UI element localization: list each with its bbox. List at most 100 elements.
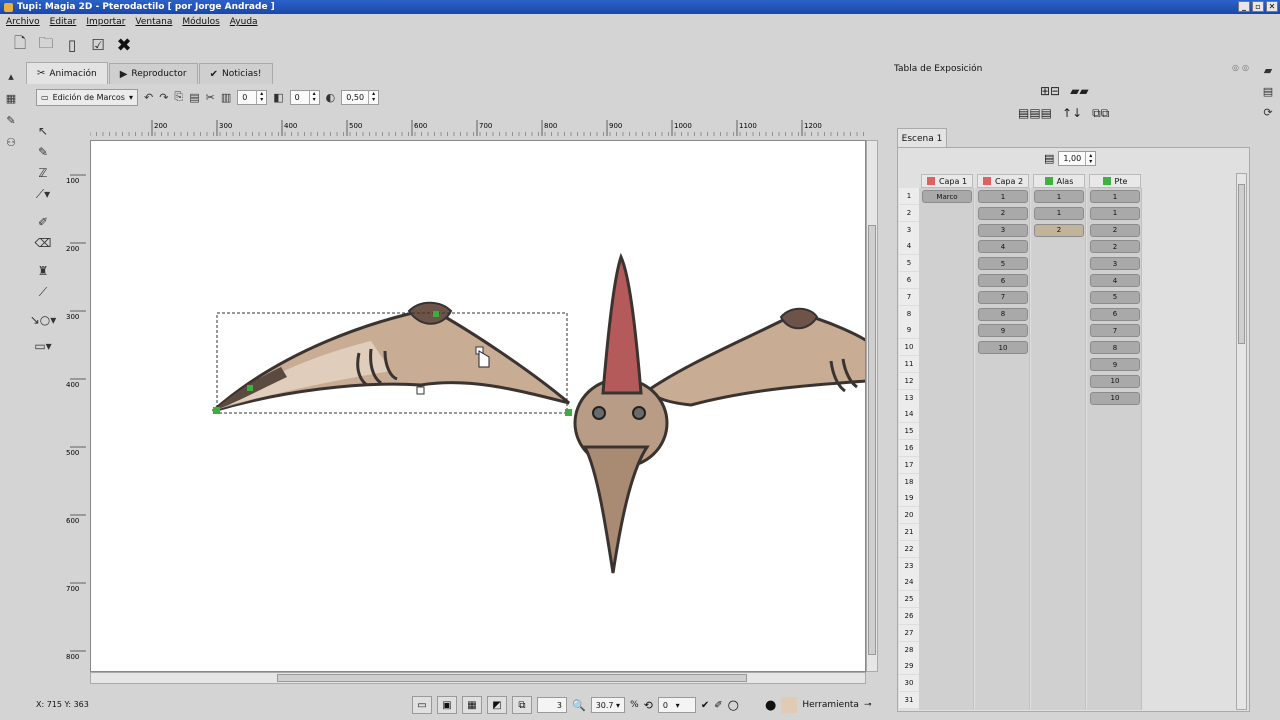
fps-spinner[interactable]: 1,00 ▴ ▾	[1058, 151, 1097, 166]
menu-editar[interactable]: Editar	[50, 17, 77, 27]
frame-cell[interactable]: 4	[1090, 274, 1140, 287]
color-swatch-bg[interactable]	[781, 697, 798, 713]
frame-cell[interactable]: 6	[978, 274, 1028, 287]
insert-frames-icon[interactable]: ▤▤▤	[1018, 106, 1052, 121]
frame-cell[interactable]: 2	[978, 206, 1028, 220]
copy-icon[interactable]: ⎘	[174, 90, 183, 104]
cut-icon[interactable]: ✂	[206, 91, 215, 104]
close-button[interactable]: ✕	[1266, 1, 1278, 12]
onion-prev-spinner[interactable]: 0 ▴ ▾	[237, 89, 268, 105]
line-tool-icon[interactable]: ⟋▾	[30, 184, 56, 204]
library-icon[interactable]: ▦	[1, 88, 21, 108]
pencil-tool-icon[interactable]: ✐	[30, 212, 56, 232]
menu-modulos[interactable]: Módulos	[182, 17, 219, 27]
pen-icon[interactable]: ✎	[1, 110, 21, 130]
shape-tool-icon[interactable]: ↘○▾	[30, 310, 57, 330]
layer-header[interactable]: Capa 1	[921, 174, 973, 188]
opacity-spinner[interactable]: 0,50 ▴ ▾	[341, 89, 380, 105]
frame-cell[interactable]: 9	[1090, 358, 1140, 371]
frame-cell[interactable]: 1	[1090, 190, 1140, 203]
node-tool-icon[interactable]: ✎	[30, 142, 56, 162]
frame-cell[interactable]: Marco	[922, 190, 972, 203]
exposure-scrollbar[interactable]	[1236, 173, 1247, 710]
frame-cell[interactable]: 1	[1034, 206, 1084, 220]
eraser-tool-icon[interactable]: ⌫	[30, 233, 56, 253]
redo-icon[interactable]: ↷	[159, 91, 168, 104]
layer-visibility-icon[interactable]	[926, 177, 935, 185]
eyedropper-icon[interactable]: ✐	[714, 700, 722, 711]
onion-next-spinner[interactable]: 0 ▴ ▾	[289, 89, 320, 105]
zoom-field[interactable]: 30.7 ▾	[590, 697, 626, 713]
antialias-icon[interactable]: ✔	[701, 700, 709, 711]
frame-cell[interactable]: 6	[1090, 307, 1140, 321]
layer-header[interactable]: Alas	[1033, 174, 1085, 188]
onion-toggle-icon[interactable]: ⧉	[512, 696, 532, 714]
edit-mode-select[interactable]: ▭ Edición de Marcos ▾	[36, 88, 138, 106]
add-remove-layer-icon[interactable]: ⊞⊟	[1040, 84, 1060, 98]
collapse-arrow-icon[interactable]: ▴	[1, 66, 21, 86]
drawing-canvas[interactable]	[90, 140, 866, 672]
frame-cell[interactable]: 3	[1090, 257, 1140, 271]
properties-panel-icon[interactable]: ▤	[1263, 85, 1273, 98]
tab-reproductor[interactable]: ▶ Reproductor	[108, 63, 198, 84]
layer-visibility-icon[interactable]	[982, 177, 991, 185]
menu-archivo[interactable]: Archivo	[6, 17, 40, 27]
timeline-panel-icon[interactable]: ⟳	[1263, 106, 1272, 119]
frame-cell[interactable]: 3	[978, 223, 1028, 237]
close-panel-icon[interactable]: ◎	[1242, 63, 1249, 72]
layer-header[interactable]: Capa 2	[977, 174, 1029, 188]
frame-cell[interactable]: 2	[1034, 223, 1084, 237]
frame-field[interactable]: 3	[537, 697, 567, 713]
frame-cell[interactable]: 10	[978, 341, 1028, 355]
close-project-icon[interactable]: ✖	[114, 35, 134, 56]
grid-icon[interactable]: ▦	[462, 696, 482, 714]
brush-tool-icon[interactable]: ℤ	[30, 163, 56, 183]
frame-view-icon[interactable]: ▭	[412, 696, 432, 714]
frame-cell[interactable]: 2	[1090, 240, 1140, 254]
float-panel-icon[interactable]: ◎	[1232, 63, 1239, 72]
copy-frames-icon[interactable]: ⧉⧉	[1092, 106, 1109, 121]
brush-size-icon[interactable]: ○	[728, 698, 739, 713]
layer-visibility-icon[interactable]	[1102, 177, 1111, 185]
canvas-vertical-scrollbar[interactable]	[866, 140, 878, 672]
trash-icon[interactable]: ▥	[221, 91, 231, 104]
frame-cell[interactable]: 1	[1034, 190, 1084, 203]
safe-area-icon[interactable]: ▣	[437, 696, 457, 714]
paste-icon[interactable]: ▤	[189, 91, 199, 104]
move-frame-icon[interactable]: ↑↓	[1062, 106, 1082, 121]
save-icon[interactable]: ▯	[62, 35, 82, 55]
scenes-icon[interactable]: ⚇	[1, 132, 21, 152]
frame-cell[interactable]: 8	[1090, 341, 1140, 355]
image-tool-icon[interactable]: ▭▾	[30, 336, 56, 356]
frame-cell[interactable]: 10	[1090, 391, 1140, 405]
frame-cell[interactable]: 4	[978, 240, 1028, 254]
rotation-field[interactable]: 0 ▾	[657, 697, 696, 713]
frame-cell[interactable]: 5	[1090, 290, 1140, 304]
exposure-panel-icon[interactable]: ▰	[1264, 64, 1272, 77]
tab-noticias[interactable]: ✔ Noticias!	[198, 63, 273, 84]
save-as-icon[interactable]: ☑	[88, 35, 108, 55]
eyedropper-tool-icon[interactable]: ⟋	[30, 282, 56, 302]
select-tool-icon[interactable]: ↖	[30, 121, 56, 141]
menu-importar[interactable]: Importar	[86, 17, 125, 27]
frame-cell[interactable]: 7	[1090, 324, 1140, 338]
add-remove-scene-icon[interactable]: ▰▰	[1070, 84, 1088, 98]
bucket-tool-icon[interactable]: ♜	[30, 261, 56, 281]
frame-cell[interactable]: 9	[978, 324, 1028, 338]
frame-cell[interactable]: 1	[978, 190, 1028, 203]
canvas-horizontal-scrollbar[interactable]	[90, 672, 866, 684]
tab-escena-1[interactable]: Escena 1	[897, 128, 947, 148]
pen-color-icon[interactable]: ●	[765, 698, 776, 713]
frame-cell[interactable]: 7	[978, 290, 1028, 304]
frame-cell[interactable]: 5	[978, 257, 1028, 271]
layer-visibility-icon[interactable]	[1044, 177, 1053, 185]
tab-animacion[interactable]: ✂ Animación	[26, 62, 108, 84]
fit-view-icon[interactable]: ◩	[487, 696, 507, 714]
frame-cell[interactable]: 8	[978, 307, 1028, 321]
frame-cell[interactable]: 10	[1090, 374, 1140, 388]
color-swatch-fill[interactable]	[743, 697, 760, 713]
new-project-icon[interactable]: 🗋	[10, 34, 30, 55]
undo-icon[interactable]: ↶	[144, 91, 153, 104]
open-folder-icon[interactable]: 🗀	[36, 34, 56, 55]
menu-ayuda[interactable]: Ayuda	[230, 17, 258, 27]
